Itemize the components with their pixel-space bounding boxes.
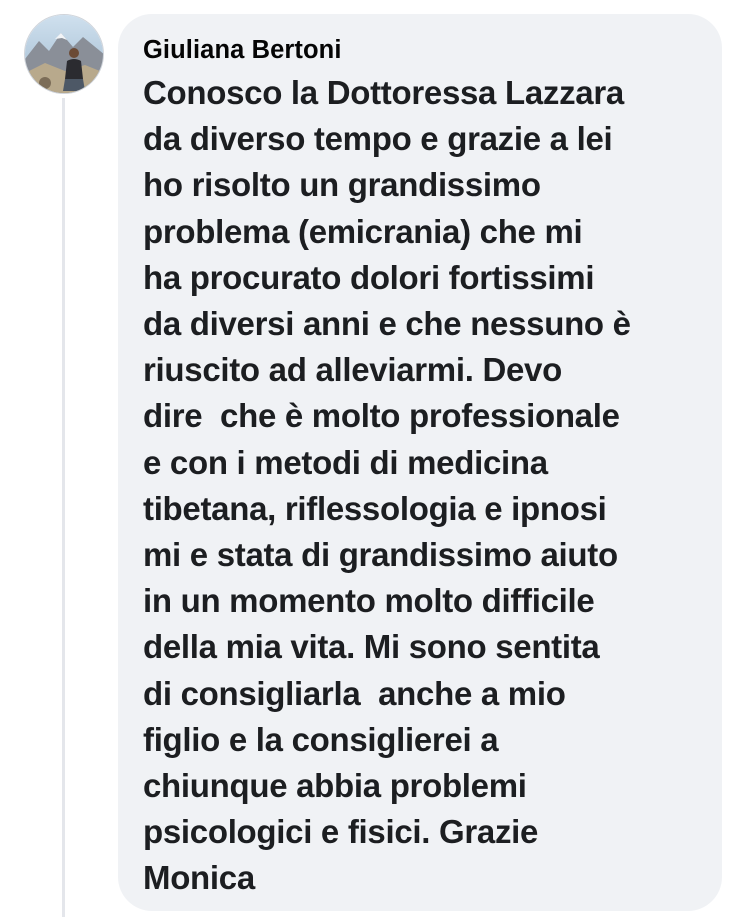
- comment-line: problema (emicrania) che mi: [143, 212, 583, 250]
- comment-line: dire che è molto professionale: [143, 397, 620, 435]
- comment-line: psicologici e fisici. Grazie: [143, 813, 539, 851]
- user-avatar-photo-icon: [25, 15, 103, 93]
- comment-line: di consigliarla anche a mio: [143, 674, 566, 712]
- comment-line: della mia vita. Mi sono sentita: [143, 628, 600, 666]
- comment-line: ho risolto un grandissimo: [143, 166, 541, 204]
- comment-line: figlio e la consiglierei a: [143, 720, 499, 758]
- reply-thread-line: [62, 98, 65, 917]
- comment-text: Conosco la Dottoressa Lazzara da diverso…: [143, 70, 702, 902]
- comment-line: riuscito ad alleviarmi. Devo: [143, 351, 562, 389]
- comment-line: da diverso tempo e grazie a lei: [143, 120, 613, 158]
- comment-line: chiunque abbia problemi: [143, 767, 527, 805]
- comment-line: tibetana, riflessologia e ipnosi: [143, 489, 607, 527]
- comment-line: Conosco la Dottoressa Lazzara: [143, 74, 624, 111]
- comment-author-name[interactable]: Giuliana Bertoni: [143, 34, 702, 66]
- comment-bubble: Giuliana Bertoni Conosco la Dottoressa L…: [118, 14, 722, 911]
- comment-line: da diversi anni e che nessuno è: [143, 305, 631, 343]
- comment-line: in un momento molto difficile: [143, 582, 595, 620]
- comment-line: ha procurato dolori fortissimi: [143, 258, 595, 296]
- comment-line: Monica: [143, 859, 255, 897]
- avatar[interactable]: [24, 14, 104, 94]
- comment-line: e con i metodi di medicina: [143, 443, 548, 481]
- comment-line: mi e stata di grandissimo aiuto: [143, 536, 618, 574]
